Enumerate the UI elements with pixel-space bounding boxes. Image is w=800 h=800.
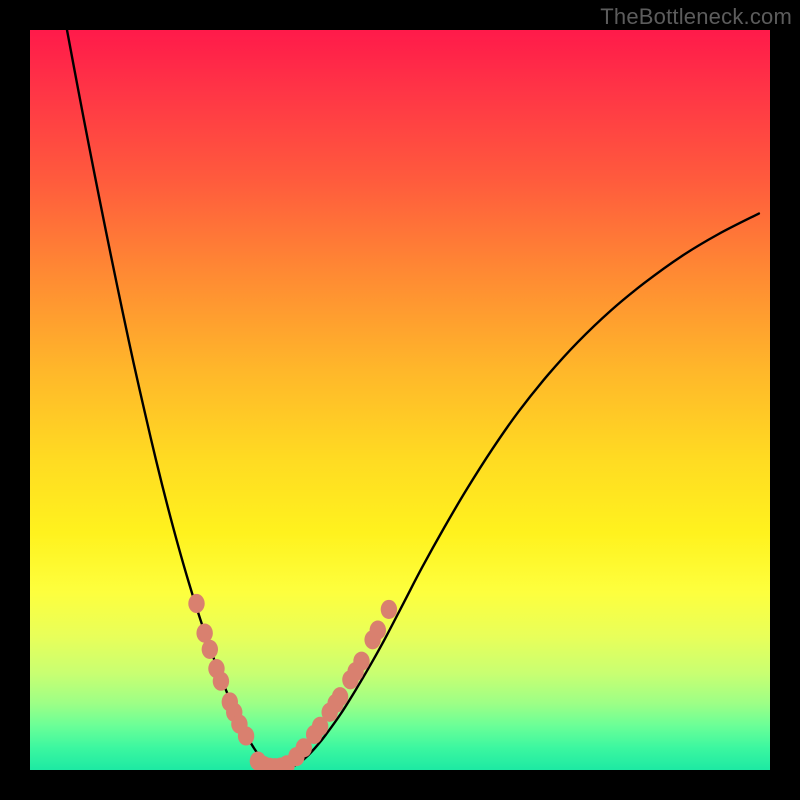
chart-stage: TheBottleneck.com	[0, 0, 800, 800]
curve-marker	[370, 621, 386, 640]
curve-marker	[381, 600, 397, 619]
curve-markers	[188, 594, 397, 770]
bottleneck-curve	[67, 30, 759, 769]
plot-area	[30, 30, 770, 770]
plot-svg	[30, 30, 770, 770]
curve-marker	[188, 594, 204, 613]
curve-marker	[213, 672, 229, 691]
curve-marker	[238, 726, 254, 745]
curve-marker	[353, 652, 369, 671]
curve-marker	[202, 640, 218, 659]
attribution-text: TheBottleneck.com	[600, 4, 792, 30]
curve-marker	[332, 687, 348, 706]
